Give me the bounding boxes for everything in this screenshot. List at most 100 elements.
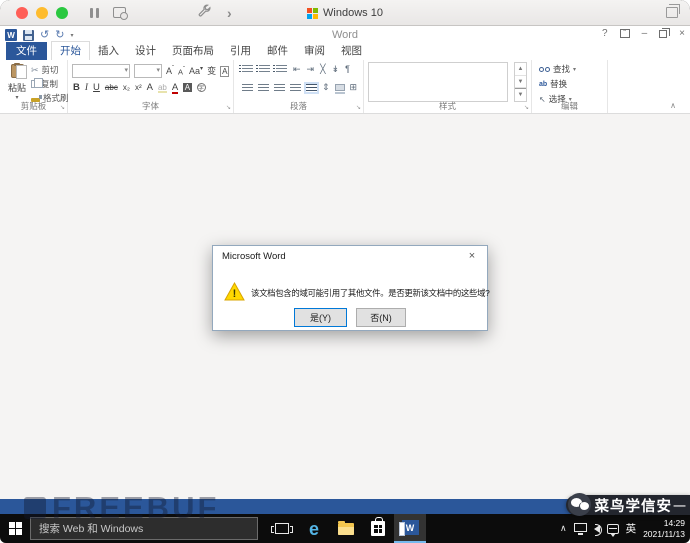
help-button[interactable]: ?: [602, 28, 608, 39]
tab-page-layout[interactable]: 页面布局: [164, 42, 222, 60]
distribute-icon[interactable]: [306, 84, 317, 92]
copy-label: 复制: [41, 78, 58, 90]
styles-scroll-up-icon[interactable]: ▲: [515, 63, 526, 76]
find-button[interactable]: 查找 ▾: [539, 63, 576, 75]
font-name-combobox[interactable]: [72, 64, 130, 78]
network-icon[interactable]: [574, 523, 587, 532]
ribbon-display-options-icon[interactable]: ⌃: [620, 29, 630, 38]
tab-design[interactable]: 设计: [127, 42, 164, 60]
dialog-close-icon[interactable]: ×: [457, 246, 487, 266]
replace-button[interactable]: ab 替换: [539, 78, 576, 90]
dialog-title: Microsoft Word: [222, 251, 286, 262]
tab-references[interactable]: 引用: [222, 42, 259, 60]
italic-button[interactable]: I: [85, 83, 88, 93]
save-icon[interactable]: [23, 30, 34, 41]
cut-button[interactable]: ✂剪切: [31, 64, 69, 76]
paragraph-dialog-launcher-icon[interactable]: ↘: [356, 104, 361, 111]
qat-customize-dropdown-icon[interactable]: ▾: [70, 32, 73, 39]
grow-font-icon[interactable]: Aˆ: [166, 66, 174, 76]
character-border-icon[interactable]: A: [220, 66, 229, 77]
store-taskbar-button[interactable]: [362, 514, 394, 543]
task-view-button[interactable]: [266, 514, 298, 543]
vm-settings-wrench-icon[interactable]: [198, 4, 211, 22]
text-effects-icon[interactable]: A: [147, 82, 153, 93]
align-left-icon[interactable]: [242, 84, 253, 92]
sort-icon[interactable]: ↡: [332, 65, 340, 74]
tab-file[interactable]: 文件: [6, 42, 47, 60]
text-highlight-color-icon[interactable]: ab: [158, 83, 167, 92]
search-input[interactable]: [31, 523, 257, 535]
tab-review[interactable]: 审阅: [296, 42, 333, 60]
close-button[interactable]: ×: [679, 28, 685, 39]
taskbar-clock[interactable]: 14:29 2021/11/13: [643, 518, 685, 538]
no-button[interactable]: 否(N): [356, 308, 406, 327]
shading-icon[interactable]: [335, 84, 345, 91]
taskbar-search-box[interactable]: [30, 517, 258, 540]
undo-icon[interactable]: ↺: [40, 30, 49, 41]
underline-button[interactable]: U: [93, 82, 100, 93]
volume-icon[interactable]: [594, 525, 600, 533]
bullets-icon[interactable]: [242, 65, 253, 74]
styles-scroll-down-icon[interactable]: ▼: [515, 76, 526, 89]
align-right-icon[interactable]: [274, 84, 285, 92]
styles-gallery[interactable]: [368, 62, 508, 102]
editing-group-label: 编辑: [532, 100, 607, 112]
windows-logo-icon: [307, 8, 318, 19]
dialog-titlebar[interactable]: Microsoft Word: [213, 246, 487, 268]
minimize-window-button[interactable]: [36, 7, 48, 19]
redo-icon[interactable]: ↻: [55, 30, 64, 41]
collapse-ribbon-icon[interactable]: ∧: [670, 101, 676, 110]
tab-home[interactable]: 开始: [51, 41, 90, 60]
line-spacing-icon[interactable]: ⇕: [322, 83, 330, 92]
character-shading-icon[interactable]: A: [183, 83, 191, 92]
asian-layout-icon[interactable]: ╳: [320, 65, 325, 74]
tab-mailings[interactable]: 邮件: [259, 42, 296, 60]
clipboard-dialog-launcher-icon[interactable]: ↘: [60, 104, 65, 111]
enclose-characters-icon[interactable]: 字: [197, 83, 206, 92]
edge-taskbar-button[interactable]: e: [298, 514, 330, 543]
traffic-lights: [16, 7, 68, 19]
file-explorer-taskbar-button[interactable]: [330, 514, 362, 543]
bold-button[interactable]: B: [73, 82, 80, 93]
tab-view[interactable]: 视图: [333, 42, 370, 60]
phonetic-guide-icon[interactable]: 变: [207, 67, 216, 76]
styles-dialog-launcher-icon[interactable]: ↘: [524, 104, 529, 111]
folder-icon: [338, 523, 354, 535]
font-size-combobox[interactable]: [134, 64, 162, 78]
start-button[interactable]: [0, 514, 30, 543]
superscript-button[interactable]: x²: [135, 83, 142, 92]
decrease-indent-icon[interactable]: ⇤: [293, 65, 301, 74]
vm-suspend-icon[interactable]: [90, 8, 99, 18]
close-window-button[interactable]: [16, 7, 28, 19]
restore-button[interactable]: [659, 30, 667, 38]
paste-button[interactable]: 粘贴 ▾: [4, 63, 30, 101]
multilevel-list-icon[interactable]: [276, 65, 287, 74]
change-case-icon[interactable]: Aa▾: [189, 66, 203, 76]
increase-indent-icon[interactable]: ⇥: [307, 65, 315, 74]
replace-label: 替换: [550, 78, 567, 90]
show-hide-marks-icon[interactable]: ¶: [345, 65, 350, 74]
font-dialog-launcher-icon[interactable]: ↘: [226, 104, 231, 111]
copy-button[interactable]: 复制: [31, 78, 69, 90]
vm-snapshot-icon[interactable]: [113, 7, 126, 18]
align-center-icon[interactable]: [258, 84, 269, 92]
subscript-button[interactable]: x₂: [123, 83, 130, 92]
ime-tooltip-icon[interactable]: [607, 524, 619, 534]
zoom-window-button[interactable]: [56, 7, 68, 19]
borders-icon[interactable]: ⊞: [350, 83, 358, 92]
strikethrough-button[interactable]: abc: [105, 83, 118, 92]
word-taskbar-button[interactable]: W: [394, 514, 426, 543]
show-hidden-icons-chevron[interactable]: ∧: [560, 523, 567, 534]
minimize-button[interactable]: –: [642, 28, 648, 39]
tab-insert[interactable]: 插入: [90, 42, 127, 60]
numbering-icon[interactable]: [259, 65, 270, 74]
vm-expand-chevron-icon[interactable]: ›: [227, 5, 232, 21]
justify-icon[interactable]: [290, 84, 301, 92]
font-color-icon[interactable]: A: [172, 82, 178, 93]
input-language-indicator[interactable]: 英: [626, 521, 637, 536]
yes-button[interactable]: 是(Y): [294, 308, 347, 327]
shrink-font-icon[interactable]: Aˇ: [178, 67, 185, 76]
vm-fullscreen-icon[interactable]: [666, 7, 678, 18]
styles-group-label: 样式: [364, 100, 531, 112]
warning-icon: !: [224, 282, 245, 306]
